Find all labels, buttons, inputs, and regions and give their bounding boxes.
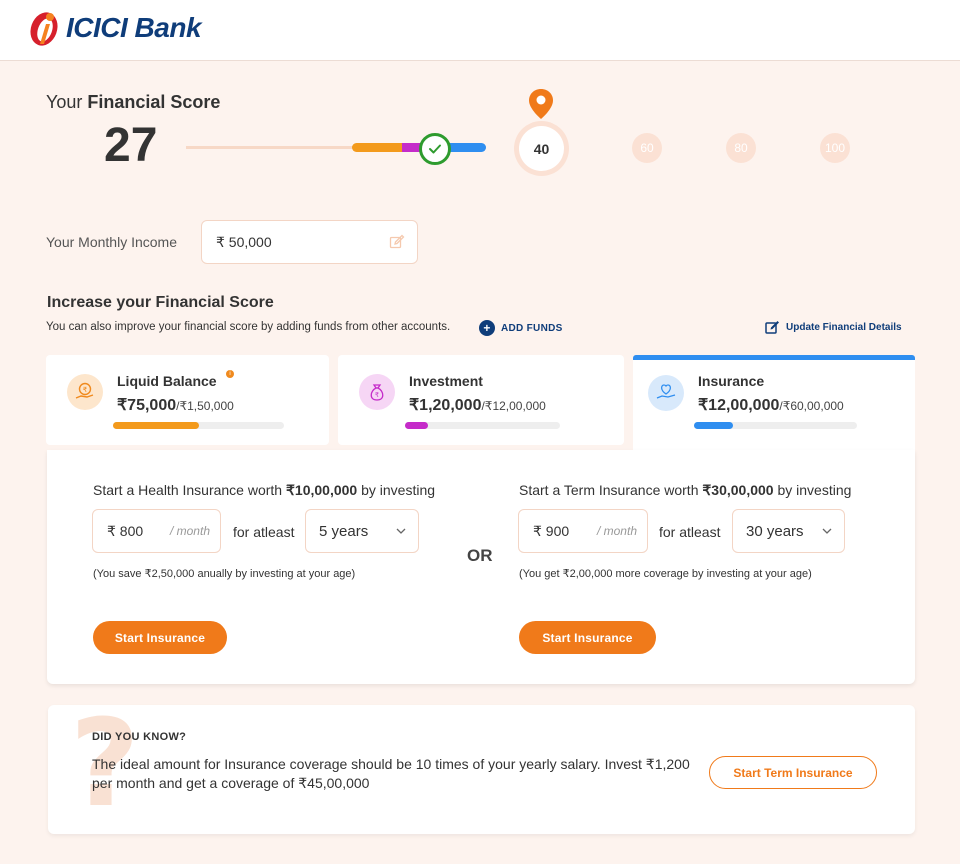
score-milestone: 60 <box>632 133 662 163</box>
insurance-panel: Start a Health Insurance worth ₹10,00,00… <box>47 450 915 684</box>
health-offer-suffix: by investing <box>357 482 436 498</box>
tab-value: ₹75,000/₹1,50,000 <box>117 395 234 415</box>
score-label-bold: Financial Score <box>87 92 221 112</box>
score-segment-insurance <box>448 143 486 152</box>
info-icon[interactable]: i <box>226 370 234 378</box>
per-month-label: / month <box>169 524 210 538</box>
health-duration-value: 5 years <box>319 522 369 540</box>
health-savings-note: (You save ₹2,50,000 anually by investing… <box>93 568 356 580</box>
score-milestone: 80 <box>726 133 756 163</box>
financial-score-value: 27 <box>104 119 158 172</box>
increase-score-title: Increase your Financial Score <box>47 294 274 311</box>
for-atleast-label: for atleast <box>659 524 721 540</box>
progress-fill <box>113 422 199 429</box>
plus-icon: + <box>479 320 495 336</box>
term-insurance-offer: Start a Term Insurance worth ₹30,00,000 … <box>519 482 851 499</box>
tab-liquid-balance[interactable]: ₹ Liquid Balance i ₹75,000/₹1,50,000 <box>46 355 329 445</box>
heart-hand-icon <box>648 375 684 411</box>
health-offer-amount: ₹10,00,000 <box>286 482 358 498</box>
check-icon <box>419 133 451 165</box>
svg-text:₹: ₹ <box>375 391 379 399</box>
health-insurance-offer: Start a Health Insurance worth ₹10,00,00… <box>93 482 435 499</box>
money-bag-icon: ₹ <box>359 374 395 410</box>
icici-logo-icon <box>30 12 58 46</box>
edit-icon[interactable] <box>389 234 405 253</box>
tab-title: Insurance <box>698 373 765 389</box>
add-funds-label: ADD FUNDS <box>501 322 563 334</box>
score-label-prefix: Your <box>46 92 88 112</box>
chevron-down-icon <box>396 528 406 534</box>
current-milestone-value: 40 <box>519 126 564 171</box>
tab-value-total: /₹60,00,000 <box>779 399 844 413</box>
add-funds-button[interactable]: + ADD FUNDS <box>479 320 563 336</box>
term-offer-prefix: Start a Term Insurance worth <box>519 482 703 498</box>
per-month-label: / month <box>596 524 637 538</box>
monthly-income-label: Your Monthly Income <box>46 234 177 250</box>
for-atleast-label: for atleast <box>233 524 295 540</box>
term-duration-value: 30 years <box>746 522 804 540</box>
progress-bar <box>113 422 284 429</box>
tab-value: ₹1,20,000/₹12,00,000 <box>409 395 546 415</box>
increase-score-subtitle: You can also improve your financial scor… <box>46 321 451 333</box>
term-duration-select[interactable]: 30 years <box>732 509 845 553</box>
term-amount-input[interactable]: ₹ 900 / month <box>518 509 648 553</box>
score-milestone: 100 <box>820 133 850 163</box>
start-health-insurance-button[interactable]: Start Insurance <box>93 621 227 654</box>
start-term-insurance-outline-button[interactable]: Start Term Insurance <box>709 756 877 789</box>
health-duration-select[interactable]: 5 years <box>305 509 419 553</box>
tab-investment[interactable]: ₹ Investment ₹1,20,000/₹12,00,000 <box>338 355 624 445</box>
brand-name: ICICI Bank <box>66 12 202 43</box>
term-coverage-note: (You get ₹2,00,000 more coverage by inve… <box>519 568 812 580</box>
did-you-know-body: The ideal amount for Insurance coverage … <box>92 756 690 791</box>
tab-insurance[interactable]: Insurance ₹12,00,000/₹60,00,000 <box>633 355 915 451</box>
or-separator: OR <box>467 546 493 565</box>
financial-score-label: Your Financial Score <box>46 92 220 113</box>
update-financial-details-label: Update Financial Details <box>786 322 902 333</box>
monthly-income-value: ₹ 50,000 <box>216 233 272 250</box>
health-offer-prefix: Start a Health Insurance worth <box>93 482 286 498</box>
score-segment-liquid <box>352 143 404 152</box>
chevron-down-icon <box>822 528 832 534</box>
term-offer-amount: ₹30,00,000 <box>702 482 774 498</box>
score-milestone-current: 40 <box>514 121 569 176</box>
did-you-know-title: DID YOU KNOW? <box>92 731 187 743</box>
tab-value-amount: ₹75,000 <box>117 397 177 414</box>
health-amount-value: ₹ 800 <box>107 522 144 539</box>
tab-title: Investment <box>409 373 483 389</box>
location-pin-icon <box>528 88 554 125</box>
update-financial-details-link[interactable]: Update Financial Details <box>765 320 902 335</box>
tab-value: ₹12,00,000/₹60,00,000 <box>698 395 844 415</box>
term-amount-value: ₹ 900 <box>533 522 570 539</box>
health-amount-input[interactable]: ₹ 800 / month <box>92 509 221 553</box>
start-term-insurance-button[interactable]: Start Insurance <box>519 621 656 654</box>
tab-value-amount: ₹1,20,000 <box>409 397 482 414</box>
monthly-income-field[interactable]: ₹ 50,000 <box>201 220 418 264</box>
tab-value-total: /₹12,00,000 <box>481 399 546 413</box>
progress-bar <box>405 422 560 429</box>
icici-logo[interactable]: ICICI Bank <box>26 8 202 48</box>
did-you-know-card: ? DID YOU KNOW? The ideal amount for Ins… <box>48 705 915 834</box>
progress-fill <box>694 422 734 429</box>
svg-text:₹: ₹ <box>83 386 88 394</box>
hand-rupee-icon: ₹ <box>67 374 103 410</box>
tab-value-total: /₹1,50,000 <box>176 399 234 413</box>
progress-bar <box>694 422 857 429</box>
top-header: ICICI Bank <box>0 0 960 61</box>
edit-icon <box>765 321 779 334</box>
progress-fill <box>405 422 429 429</box>
tab-value-amount: ₹12,00,000 <box>698 397 780 414</box>
term-offer-suffix: by investing <box>773 482 852 498</box>
tab-title: Liquid Balance <box>117 373 217 389</box>
